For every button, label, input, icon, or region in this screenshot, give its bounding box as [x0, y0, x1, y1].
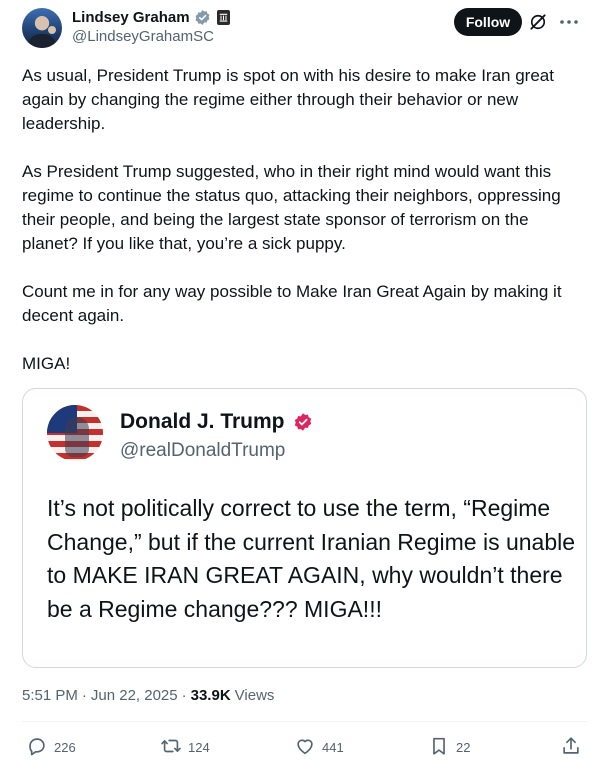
- meta-separator: ·: [181, 686, 187, 704]
- reply-count: 226: [54, 739, 76, 755]
- repost-button[interactable]: 124: [160, 733, 210, 761]
- tweet-text: As usual, President Trump is spot on wit…: [22, 66, 562, 373]
- share-button[interactable]: [560, 733, 582, 761]
- quoted-author-name-row: Donald J. Trump: [120, 409, 313, 435]
- follow-button[interactable]: Follow: [454, 8, 522, 36]
- verified-gray-icon: [194, 9, 211, 26]
- more-options-icon[interactable]: [558, 12, 580, 32]
- views-label: Views: [234, 686, 275, 704]
- like-count: 441: [322, 739, 344, 755]
- author-avatar[interactable]: [22, 8, 62, 48]
- quoted-tweet-text: It’s not politically correct to use the …: [47, 495, 576, 622]
- author-handle[interactable]: @LindseyGrahamSC: [72, 28, 230, 46]
- bookmark-count: 22: [456, 739, 471, 755]
- bookmark-button[interactable]: 22: [428, 733, 470, 761]
- reply-button[interactable]: 226: [26, 733, 76, 761]
- government-badge-icon: [216, 9, 230, 25]
- repost-icon: [160, 735, 182, 760]
- author-name-row: Lindsey Graham: [72, 6, 230, 28]
- views-count: 33.9K: [190, 686, 231, 704]
- like-button[interactable]: 441: [294, 733, 344, 761]
- author-name-block: Lindsey Graham @LindseyGrahamSC: [72, 6, 230, 46]
- verified-badge-icon: [293, 412, 313, 432]
- heart-icon: [294, 735, 316, 760]
- tweet-date[interactable]: Jun 22, 2025: [91, 687, 178, 704]
- avatar-suit: [28, 34, 56, 48]
- avatar-face: [65, 417, 89, 457]
- reply-icon: [26, 735, 48, 760]
- avatar-hand: [48, 26, 56, 34]
- tweet-time[interactable]: 5:51 PM: [22, 687, 78, 704]
- repost-count: 124: [188, 739, 210, 755]
- actions-divider: [22, 721, 587, 722]
- quoted-author-display-name[interactable]: Donald J. Trump: [120, 410, 285, 434]
- bookmark-icon: [428, 735, 450, 760]
- quoted-author-avatar[interactable]: [47, 405, 103, 461]
- quoted-tweet-card[interactable]: Donald J. Trump @realDonaldTrump It’s no…: [22, 388, 587, 668]
- tweet-meta: 5:51 PM · Jun 22, 2025 · 33.9K Views: [22, 685, 274, 705]
- tweet-actions-bar: 226 124 441 22: [22, 733, 587, 761]
- meta-separator: ·: [81, 686, 87, 704]
- author-display-name[interactable]: Lindsey Graham: [72, 9, 190, 26]
- quoted-author-handle[interactable]: @realDonaldTrump: [120, 440, 285, 462]
- share-icon: [560, 735, 582, 760]
- tweet-header: Lindsey Graham @LindseyGrahamSC Follow: [22, 6, 580, 48]
- grok-icon[interactable]: [528, 12, 548, 32]
